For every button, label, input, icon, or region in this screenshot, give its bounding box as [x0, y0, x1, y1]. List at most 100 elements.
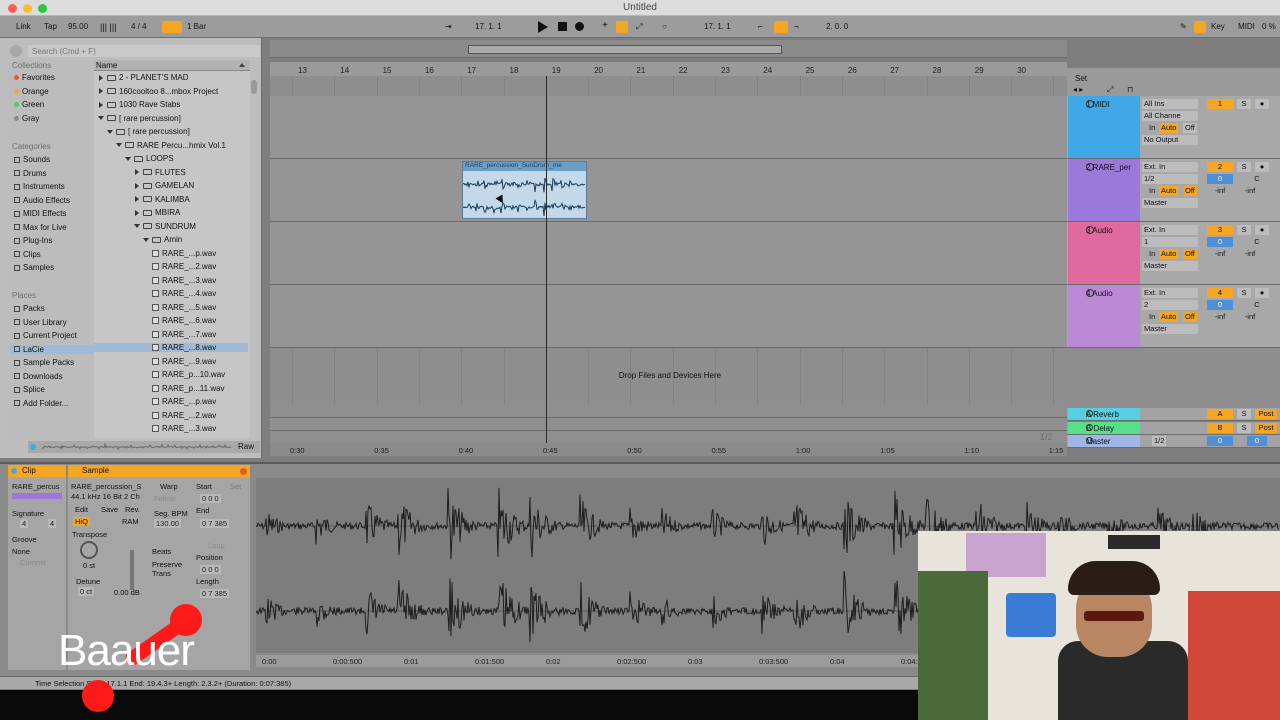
- loop-start-field[interactable]: 17. 1. 1: [704, 22, 731, 31]
- place-item[interactable]: LaCie: [10, 344, 94, 354]
- expand-arrow-icon[interactable]: [135, 182, 139, 189]
- tempo-field[interactable]: 95.00: [68, 22, 88, 31]
- send-b-field[interactable]: -inf: [1237, 249, 1263, 259]
- category-item[interactable]: Drums: [14, 169, 47, 178]
- input-channel-dropdown[interactable]: 1: [1142, 237, 1198, 247]
- sample-options-icon[interactable]: [240, 468, 247, 475]
- return-track-header[interactable]: Master 1/2 0 0: [1067, 435, 1280, 448]
- draw-mode-icon[interactable]: ✎: [1180, 22, 1187, 31]
- place-item[interactable]: Packs: [14, 304, 45, 313]
- return-activator-button[interactable]: B: [1207, 422, 1233, 433]
- output-dropdown[interactable]: Master: [1142, 261, 1198, 271]
- position-field[interactable]: 0 0 0: [200, 565, 221, 574]
- stop-icon[interactable]: [558, 22, 567, 31]
- category-item[interactable]: Instruments: [14, 182, 65, 191]
- metronome-toggle[interactable]: [162, 21, 182, 33]
- category-item[interactable]: MIDI Effects: [14, 209, 66, 218]
- output-dropdown[interactable]: No Output: [1142, 135, 1198, 145]
- capture-midi-icon[interactable]: ○: [662, 22, 667, 31]
- lane-return-a[interactable]: [270, 405, 1067, 418]
- warp-button[interactable]: Warp: [160, 482, 178, 491]
- track-activator-button[interactable]: 1: [1207, 99, 1233, 109]
- file-row[interactable]: RARE_p...11.wav: [94, 384, 248, 393]
- track-name-label[interactable]: 3 Audio: [1086, 226, 1113, 235]
- file-row[interactable]: [ rare percussion]: [94, 127, 248, 136]
- loop-button[interactable]: Loop: [208, 541, 225, 550]
- category-item[interactable]: Max for Live: [14, 223, 67, 232]
- monitor-auto-button[interactable]: Auto: [1159, 249, 1179, 259]
- lane-midi[interactable]: [270, 96, 1067, 159]
- input-type-dropdown[interactable]: Ext. In: [1142, 225, 1198, 235]
- beat-ruler[interactable]: 13 14 15 16 17 18 19 20 21 22 23 24 25 26 27 28 29 30: [270, 62, 1067, 76]
- place-item[interactable]: Sample Packs: [14, 358, 74, 367]
- browser-scrollbar[interactable]: [251, 80, 257, 94]
- file-row[interactable]: Amin: [94, 235, 248, 244]
- hiq-toggle[interactable]: HiQ: [73, 517, 90, 526]
- file-row[interactable]: FLUTES: [94, 168, 248, 177]
- input-channel-dropdown[interactable]: All Channe: [1142, 111, 1198, 121]
- overview-strip[interactable]: [270, 40, 1067, 58]
- return-post-button[interactable]: Post: [1255, 422, 1277, 433]
- pan-field[interactable]: C: [1247, 174, 1267, 184]
- send-a-field[interactable]: -inf: [1207, 312, 1233, 322]
- input-type-dropdown[interactable]: Ext. In: [1142, 162, 1198, 172]
- volume-field[interactable]: 0: [1207, 237, 1233, 247]
- signature-numerator[interactable]: 4: [20, 519, 29, 528]
- end-field[interactable]: 0 7 385: [200, 519, 230, 528]
- arrangement-lanes[interactable]: [270, 76, 1067, 446]
- volume-field[interactable]: 0: [1207, 300, 1233, 310]
- warp-mode-dropdown[interactable]: Beats: [152, 547, 171, 556]
- monitor-auto-button[interactable]: Auto: [1159, 186, 1179, 196]
- track-header[interactable]: 1 MIDI All Ins All Channe In Auto Off No…: [1067, 96, 1280, 159]
- solo-button[interactable]: S: [1237, 162, 1251, 172]
- lane-return-b[interactable]: [270, 418, 1067, 431]
- collection-item[interactable]: Favorites: [14, 73, 55, 82]
- master-volume-field[interactable]: 0: [1207, 436, 1233, 446]
- monitor-auto-button[interactable]: Auto: [1159, 312, 1179, 322]
- file-row[interactable]: 160cooltoo 8...mbox Project: [94, 87, 248, 96]
- file-row[interactable]: RARE_...3.wav: [94, 424, 248, 433]
- return-post-button[interactable]: Post: [1255, 409, 1277, 419]
- return-solo-button[interactable]: S: [1237, 422, 1251, 433]
- playhead[interactable]: [546, 76, 547, 446]
- lane-audio-3[interactable]: [270, 222, 1067, 285]
- tap-tempo-button[interactable]: Tap: [44, 22, 57, 31]
- track-name-area[interactable]: 3 Audio: [1068, 222, 1140, 284]
- return-track-header[interactable]: B Delay B S Post: [1067, 421, 1280, 435]
- file-row[interactable]: KALIMBA: [94, 195, 248, 204]
- category-item[interactable]: Plug-Ins: [14, 236, 52, 245]
- overview-window[interactable]: [468, 45, 782, 54]
- return-name-area[interactable]: Master: [1068, 435, 1140, 447]
- collapse-arrow-icon[interactable]: [125, 156, 131, 161]
- pan-field[interactable]: C: [1247, 300, 1267, 310]
- collapse-arrow-icon[interactable]: [116, 143, 122, 147]
- expand-arrow-icon[interactable]: [99, 88, 103, 94]
- monitor-in-label[interactable]: In: [1147, 123, 1157, 133]
- output-dropdown[interactable]: Master: [1142, 198, 1198, 208]
- arrangement-position-field[interactable]: 17. 1. 1: [475, 22, 502, 31]
- commit-button[interactable]: Commit: [20, 558, 46, 567]
- file-row[interactable]: 1030 Rave Stabs: [94, 100, 248, 109]
- place-item[interactable]: User Library: [14, 318, 67, 327]
- clip-color-swatch[interactable]: [12, 493, 62, 499]
- send-b-field[interactable]: -inf: [1237, 186, 1263, 196]
- monitor-in-label[interactable]: In: [1147, 186, 1157, 196]
- save-button[interactable]: Save: [101, 505, 118, 514]
- browser-search-input[interactable]: [28, 45, 260, 57]
- solo-button[interactable]: S: [1237, 99, 1251, 109]
- collapse-arrow-icon[interactable]: [134, 224, 140, 228]
- file-row[interactable]: RARE_...2.wav: [94, 411, 248, 420]
- monitor-in-label[interactable]: In: [1147, 312, 1157, 322]
- send-b-field[interactable]: -inf: [1237, 312, 1263, 322]
- monitor-off-button[interactable]: Off: [1183, 249, 1197, 259]
- monitor-auto-button[interactable]: Auto: [1159, 123, 1179, 133]
- overdub-icon[interactable]: +: [602, 20, 608, 31]
- master-output-dropdown[interactable]: 1/2: [1152, 436, 1167, 446]
- preview-bar[interactable]: Raw: [28, 441, 260, 453]
- collapse-arrow-icon[interactable]: [143, 237, 149, 242]
- time-ruler[interactable]: 0:30 0:35 0:40 0:45 0:50 0:55 1:00 1:05 1:10 1:15: [270, 443, 1067, 456]
- raw-toggle[interactable]: Raw: [238, 442, 254, 451]
- lane-rare-per[interactable]: [270, 159, 1067, 222]
- expand-icon[interactable]: ⤢: [1107, 85, 1113, 95]
- send-a-field[interactable]: -inf: [1207, 249, 1233, 259]
